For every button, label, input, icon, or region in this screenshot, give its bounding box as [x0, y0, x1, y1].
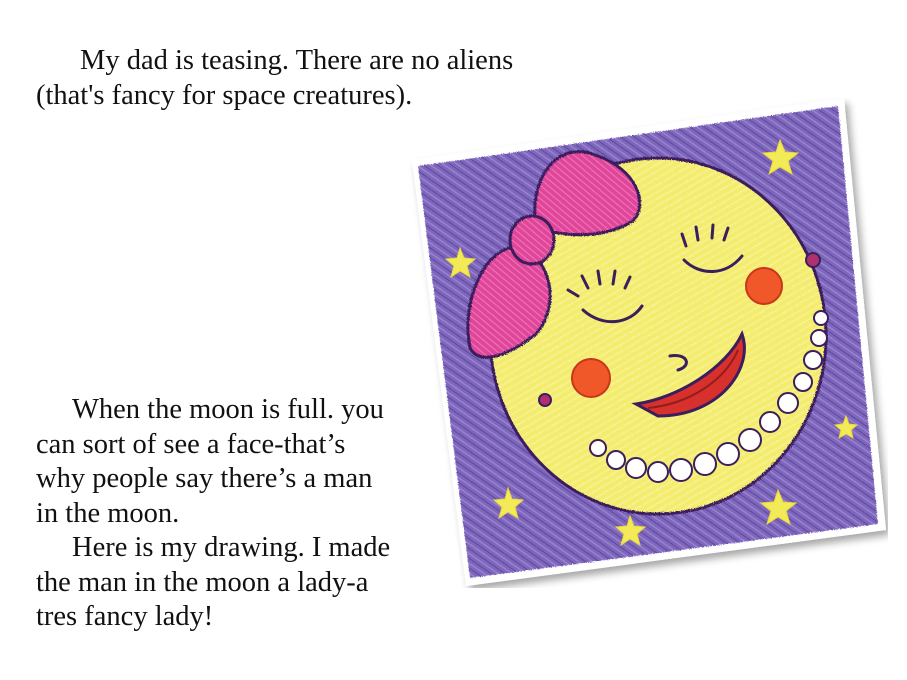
story-paragraph: When the moon is full. you can sort of s… — [36, 393, 390, 635]
drawing-card — [412, 98, 886, 586]
moon-lady-drawing — [408, 98, 888, 588]
text-line: the man in the moon a lady-a — [36, 566, 369, 598]
text-line: When the moon is full. you — [72, 394, 384, 425]
text-line: in the moon. — [36, 497, 180, 529]
text-line: Here is my drawing. I made — [72, 532, 391, 563]
text-line: My dad is teasing. There are no aliens — [80, 45, 514, 76]
text-line: can sort of see a face-that’s — [36, 428, 346, 460]
text-line: why people say there’s a man — [36, 463, 373, 494]
text-line: tres fancy lady! — [36, 601, 214, 632]
